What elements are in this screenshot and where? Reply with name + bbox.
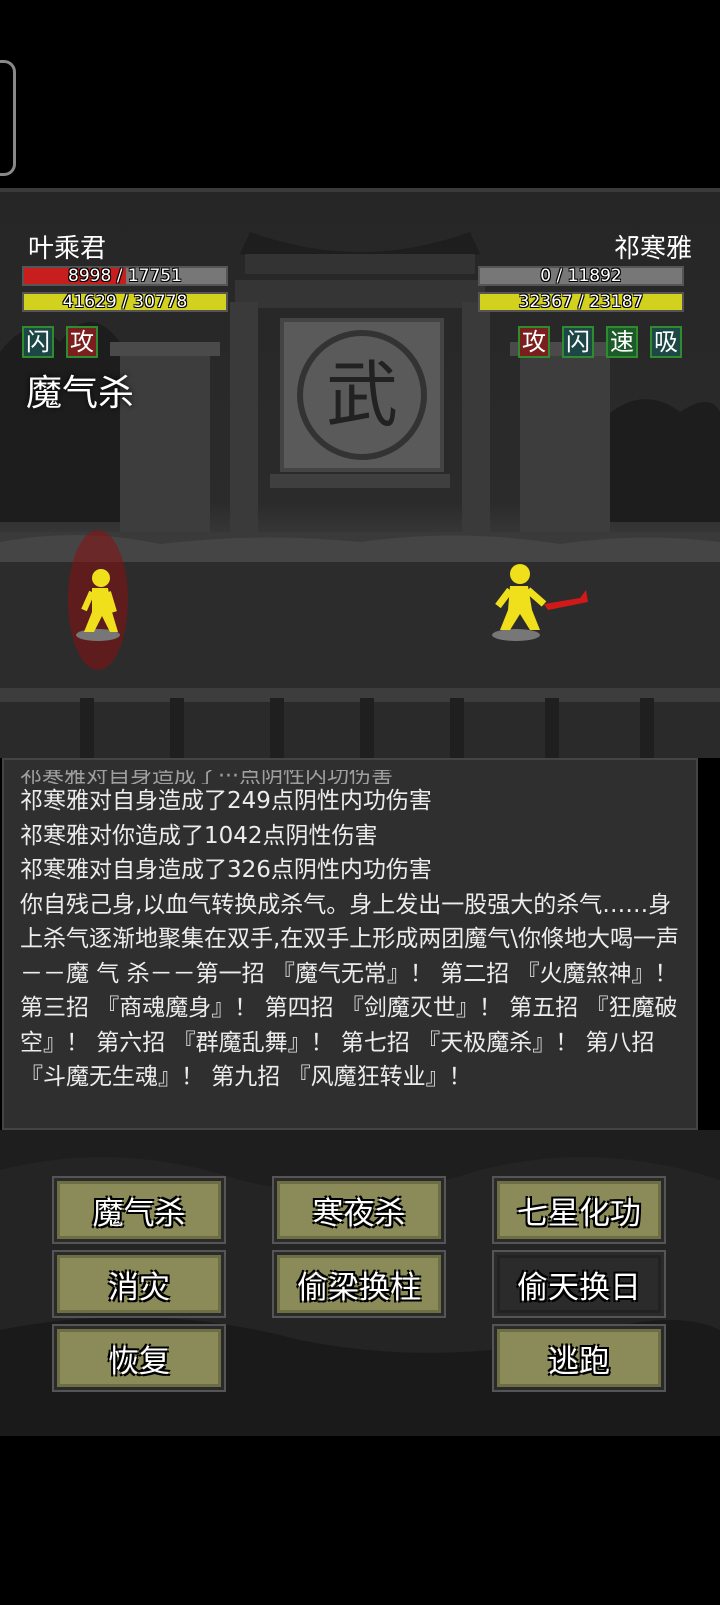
skill-button-tou-liang-huan-zhu[interactable]: 偷梁换柱 [274, 1252, 444, 1316]
recover-button[interactable]: 恢复 [54, 1326, 224, 1390]
enemy-hp-bar: 0 / 11892 [478, 266, 684, 286]
skill-button-qi-xing-hua-gong[interactable]: 七星化功 [494, 1178, 664, 1242]
enemy-buff-attack: 攻 [518, 326, 550, 358]
enemy-hp-text: 0 / 11892 [540, 266, 622, 286]
battle-scene: 武 叶乘君 8998 / 17751 41629 / 30778 闪 攻 魔气杀… [0, 192, 720, 758]
skill-button-xiao-zai[interactable]: 消灾 [54, 1252, 224, 1316]
bottom-black-area [0, 1436, 720, 1605]
log-line: 你自残己身,以血气转换成杀气。身上发出一股强大的杀气……身上杀气逐渐地聚集在双手… [20, 891, 680, 1091]
skill-button-mo-qi-sha[interactable]: 魔气杀 [54, 1178, 224, 1242]
flee-button[interactable]: 逃跑 [494, 1326, 664, 1390]
corner-frame-decoration [0, 60, 16, 176]
enemy-buff-dodge: 闪 [562, 326, 594, 358]
player-buff-attack: 攻 [66, 326, 98, 358]
log-line: 祁寒雅对你造成了1042点阴性伤害 [20, 822, 378, 849]
player-fighter [68, 530, 128, 670]
player-hp-text: 8998 / 17751 [68, 266, 182, 286]
skill-button-tou-tian-huan-ri[interactable]: 偷天换日 [494, 1252, 664, 1316]
current-skill-label: 魔气杀 [26, 373, 135, 414]
player-buff-dodge: 闪 [22, 326, 54, 358]
enemy-mp-bar: 32367 / 23187 [478, 292, 684, 312]
top-status-area [0, 0, 720, 190]
player-mp-text: 41629 / 30778 [62, 292, 188, 312]
player-hp-bar: 8998 / 17751 [22, 266, 228, 286]
enemy-buff-drain: 吸 [650, 326, 682, 358]
player-mp-bar: 41629 / 30778 [22, 292, 228, 312]
gate-emblem-char: 武 [326, 353, 398, 437]
log-scrolled-line: 祁寒雅对自身造成了···点阴性内功伤害 [20, 770, 393, 784]
enemy-name: 祁寒雅 [613, 234, 692, 264]
skill-button-han-ye-sha[interactable]: 寒夜杀 [274, 1178, 444, 1242]
action-panel: 魔气杀 寒夜杀 七星化功 消灾 偷梁换柱 偷天换日 恢复 逃跑 [0, 1130, 720, 1436]
battle-log[interactable]: 祁寒雅对自身造成了···点阴性内功伤害 祁寒雅对自身造成了249点阴性内功伤害 … [2, 758, 698, 1130]
log-line: 祁寒雅对自身造成了249点阴性内功伤害 [20, 788, 432, 814]
enemy-buff-speed: 速 [606, 326, 638, 358]
player-name: 叶乘君 [28, 234, 107, 264]
log-line: 祁寒雅对自身造成了326点阴性内功伤害 [20, 857, 432, 883]
enemy-mp-text: 32367 / 23187 [518, 292, 644, 312]
